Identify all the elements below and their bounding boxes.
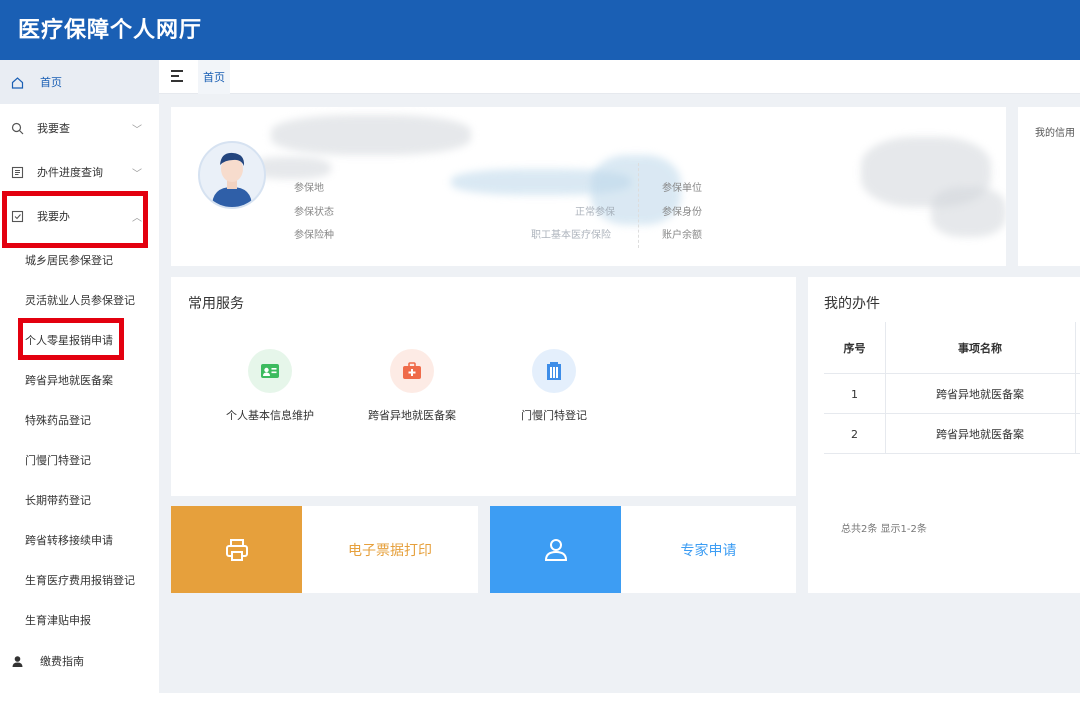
sidebar-item-label: 我要查: [37, 122, 70, 135]
user-icon: [10, 654, 24, 668]
chevron-down-icon: ﹀: [132, 124, 142, 136]
row-no: 1: [851, 387, 858, 401]
redaction-smudge: [271, 115, 471, 155]
insured-area-label: 参保地: [294, 183, 324, 194]
tasks-title: 我的办件: [824, 296, 880, 312]
sidebar-subitem[interactable]: 跨省转移接续申请: [25, 520, 113, 560]
sidebar-item-progress[interactable]: 办件进度查询 ﹀: [0, 152, 159, 192]
insured-identity-label: 参保身份: [662, 207, 702, 218]
table-header: 序号 事项名称: [824, 322, 1080, 374]
my-tasks-card: 我的办件 序号 事项名称 1 跨省异地就医备案 2 跨省异地就医备案 总共2条 …: [808, 277, 1080, 593]
id-card-icon: [248, 349, 292, 393]
e-invoice-print-label: 电子票据打印: [348, 542, 432, 559]
credit-title: 我的信用: [1035, 128, 1075, 139]
sidebar-subitem[interactable]: 门慢门特登记: [25, 440, 91, 480]
expert-apply-tile[interactable]: 专家申请: [490, 506, 796, 593]
printer-icon: [171, 506, 302, 593]
service-label: 门慢门特登记: [521, 409, 587, 422]
sidebar-subitem[interactable]: 生育医疗费用报销登记: [25, 560, 135, 600]
home-icon: [10, 75, 24, 89]
table-row[interactable]: 1 跨省异地就医备案: [824, 374, 1080, 414]
service-label: 跨省异地就医备案: [368, 409, 456, 422]
insured-unit-label: 参保单位: [662, 183, 702, 194]
sidebar: 首页 我要查 ﹀ 办件进度查询 ﹀ 我要办 ︿ 城乡居民参保登记 灵活就业人员参…: [0, 60, 159, 693]
medical-kit-icon: [390, 349, 434, 393]
service-chronic-disease[interactable]: 门慢门特登记: [494, 349, 614, 423]
avatar: [198, 141, 266, 209]
insured-status-value: 正常参保: [575, 207, 615, 218]
sidebar-item-label: 首页: [40, 76, 62, 89]
sidebar-item-guide[interactable]: 缴费指南: [0, 641, 159, 681]
e-invoice-print-tile[interactable]: 电子票据打印: [171, 506, 478, 593]
sidebar-subitem[interactable]: 跨省异地就医备案: [25, 360, 113, 400]
sidebar-item-home[interactable]: 首页: [0, 60, 159, 104]
expert-apply-label: 专家申请: [680, 542, 737, 559]
sidebar-subitem[interactable]: 生育津贴申报: [25, 600, 91, 640]
menu-toggle-icon[interactable]: [171, 70, 184, 82]
insured-status-label: 参保状态: [294, 207, 334, 218]
column-header-name: 事项名称: [958, 342, 1002, 355]
chevron-down-icon: ﹀: [132, 168, 142, 180]
services-title: 常用服务: [188, 296, 244, 312]
user-icon: [490, 506, 621, 593]
search-icon: [10, 121, 24, 135]
service-personal-info[interactable]: 个人基本信息维护: [210, 349, 330, 423]
pagination-info: 总共2条 显示1-2条: [841, 524, 927, 535]
sidebar-subitem[interactable]: 长期带药登记: [25, 480, 91, 520]
highlight-box-reimbursement: [18, 318, 124, 360]
service-label: 个人基本信息维护: [226, 409, 314, 422]
credit-card: 我的信用: [1018, 107, 1080, 266]
app-title: 医疗保障个人网厅: [18, 18, 203, 43]
sidebar-subitem[interactable]: 灵活就业人员参保登记: [25, 280, 135, 320]
profile-card: 参保地 参保状态 参保险种 正常参保 职工基本医疗保险 参保单位 参保身份 账户…: [171, 107, 1006, 266]
highlight-box-todo: [2, 191, 148, 248]
row-name: 跨省异地就医备案: [936, 388, 1024, 401]
column-header-no: 序号: [843, 342, 866, 355]
insurance-type-label: 参保险种: [294, 230, 334, 241]
insurance-type-value: 职工基本医疗保险: [531, 230, 611, 241]
table-row[interactable]: 2 跨省异地就医备案: [824, 414, 1080, 454]
row-no: 2: [851, 427, 858, 441]
account-balance-label: 账户余额: [662, 230, 702, 241]
common-services-card: 常用服务 个人基本信息维护 跨省异地就医备案 门慢门特登记: [171, 277, 796, 496]
row-name: 跨省异地就医备案: [936, 428, 1024, 441]
bottom-strip: [0, 693, 1080, 703]
sidebar-subitem[interactable]: 特殊药品登记: [25, 400, 91, 440]
divider: [638, 163, 639, 248]
sidebar-item-query[interactable]: 我要查 ﹀: [0, 108, 159, 148]
breadcrumb-home-tab[interactable]: 首页: [198, 60, 230, 94]
top-header: 医疗保障个人网厅: [0, 0, 1080, 60]
hospital-building-icon: [532, 349, 576, 393]
redaction-smudge: [931, 187, 1006, 237]
service-cross-province[interactable]: 跨省异地就医备案: [352, 349, 472, 423]
sidebar-item-label: 缴费指南: [40, 655, 84, 668]
breadcrumb-bar: 首页: [159, 60, 1080, 94]
sidebar-item-label: 办件进度查询: [37, 166, 103, 179]
document-list-icon: [10, 165, 24, 179]
